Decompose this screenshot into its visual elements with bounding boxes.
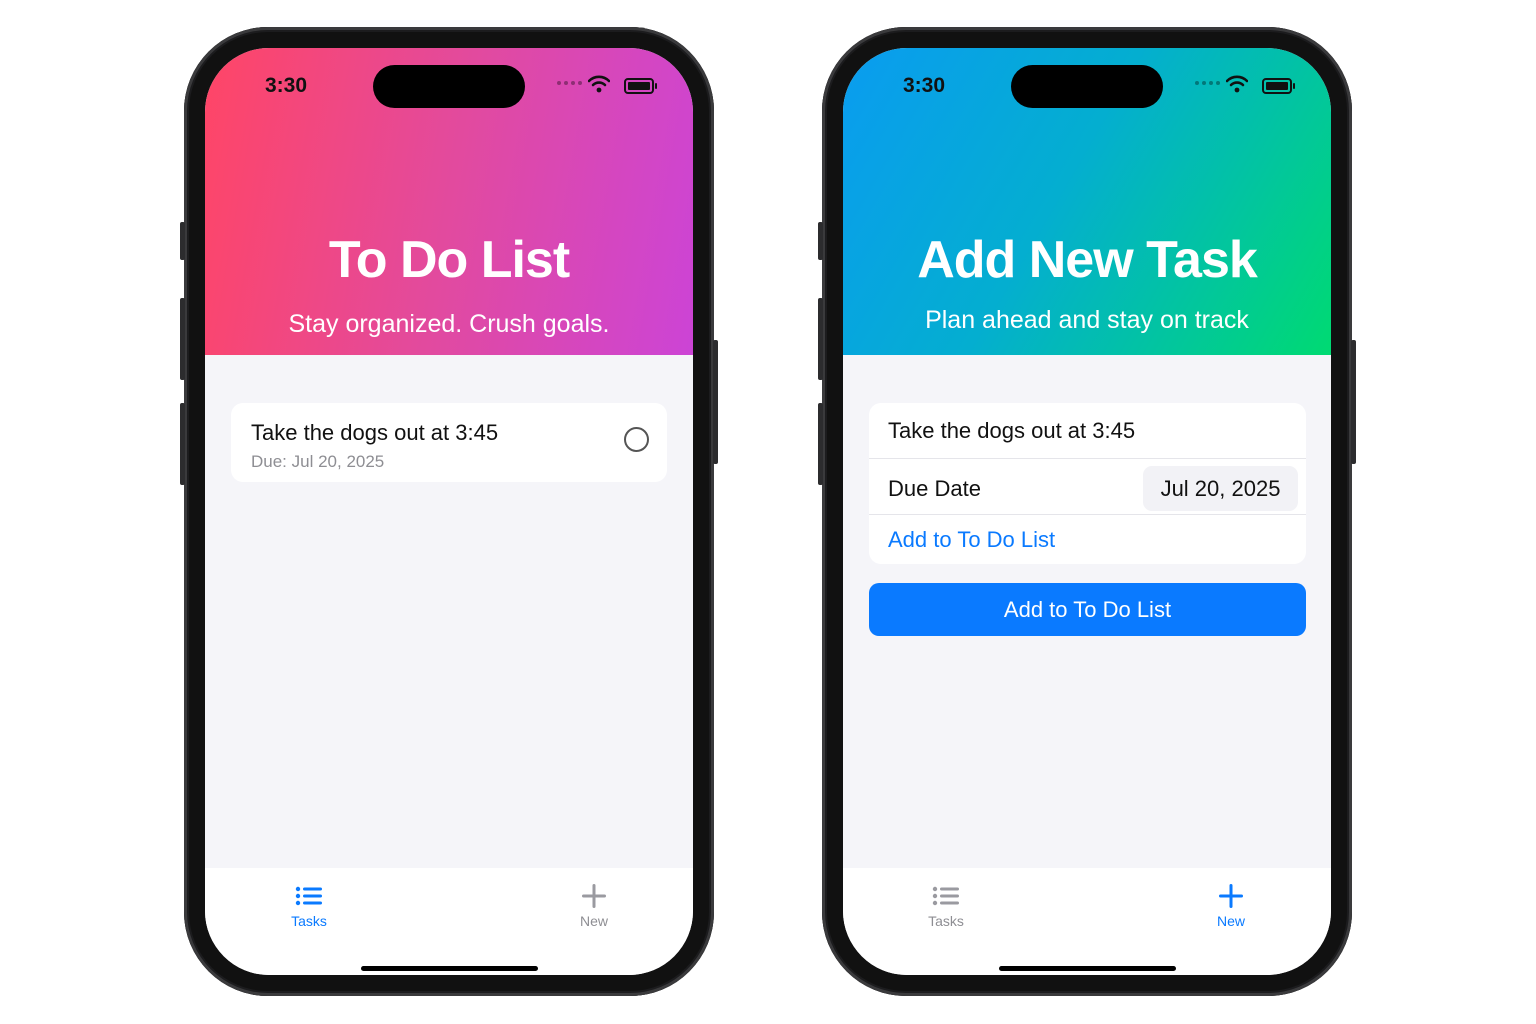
side-button [713, 340, 718, 464]
side-button [1351, 340, 1356, 464]
list-icon [295, 886, 322, 906]
tab-tasks[interactable]: Tasks [269, 882, 349, 929]
task-row[interactable]: Take the dogs out at 3:45 Due: Jul 20, 2… [231, 403, 667, 482]
list-icon [932, 886, 959, 906]
task-due-date: Due: Jul 20, 2025 [251, 452, 385, 471]
task-name-field[interactable]: Take the dogs out at 3:45 [869, 403, 1306, 458]
cellular-signal-icon [1195, 81, 1220, 85]
battery-icon [624, 78, 657, 94]
phone-tasks-screen: 3:30 To Do List Stay organized. Crush go… [180, 27, 718, 996]
tab-new[interactable]: New [1191, 882, 1271, 929]
volume-down-button [818, 403, 823, 485]
header: 3:30 Add New Task Plan ahead and stay on… [843, 48, 1331, 355]
add-to-list-link-label: Add to To Do List [888, 527, 1056, 552]
tab-tasks-label: Tasks [928, 913, 964, 929]
screen: 3:30 To Do List Stay organized. Crush go… [205, 48, 693, 975]
volume-up-button [180, 298, 185, 380]
plus-icon [1219, 884, 1243, 908]
volume-up-button [818, 298, 823, 380]
wifi-icon [588, 75, 610, 93]
action-button [180, 222, 185, 260]
battery-icon [1262, 78, 1295, 94]
tab-new-label: New [1216, 913, 1245, 929]
screen: 3:30 Add New Task Plan ahead and stay on… [843, 48, 1331, 975]
task-list: Take the dogs out at 3:45 Due: Jul 20, 2… [205, 355, 693, 868]
page-title: Add New Task [917, 231, 1258, 289]
header: 3:30 To Do List Stay organized. Crush go… [205, 48, 693, 355]
form-card: Take the dogs out at 3:45 Due Date Jul 2… [869, 403, 1306, 564]
task-name-input-value: Take the dogs out at 3:45 [888, 418, 1136, 443]
cellular-signal-icon [557, 81, 582, 85]
due-date-picker[interactable]: Jul 20, 2025 [1143, 466, 1298, 511]
tab-bar: Tasks New [205, 868, 693, 975]
page-title: To Do List [328, 231, 570, 289]
complete-toggle[interactable] [624, 427, 649, 452]
dynamic-island [373, 65, 525, 108]
wifi-icon [1226, 75, 1248, 93]
due-date-label: Due Date [888, 476, 981, 501]
new-task-form: Take the dogs out at 3:45 Due Date Jul 2… [843, 355, 1331, 868]
home-indicator[interactable] [361, 966, 538, 971]
due-date-row: Due Date Jul 20, 2025 [869, 459, 1306, 515]
tab-tasks-label: Tasks [291, 913, 327, 929]
volume-down-button [180, 403, 185, 485]
task-title: Take the dogs out at 3:45 [251, 420, 499, 445]
plus-icon [582, 884, 606, 908]
page-subtitle: Stay organized. Crush goals. [288, 310, 610, 338]
page-subtitle: Plan ahead and stay on track [925, 306, 1249, 334]
action-button [818, 222, 823, 260]
tab-new[interactable]: New [554, 882, 634, 929]
home-indicator[interactable] [999, 966, 1176, 971]
tab-tasks[interactable]: Tasks [906, 882, 986, 929]
add-to-list-link[interactable]: Add to To Do List [869, 515, 1306, 564]
status-time: 3:30 [265, 74, 308, 97]
tab-new-label: New [579, 913, 608, 929]
phone-new-task-screen: 3:30 Add New Task Plan ahead and stay on… [818, 27, 1356, 996]
status-time: 3:30 [903, 74, 946, 97]
add-to-list-button[interactable]: Add to To Do List [869, 583, 1306, 636]
dynamic-island [1011, 65, 1163, 108]
tab-bar: Tasks New [843, 868, 1331, 975]
